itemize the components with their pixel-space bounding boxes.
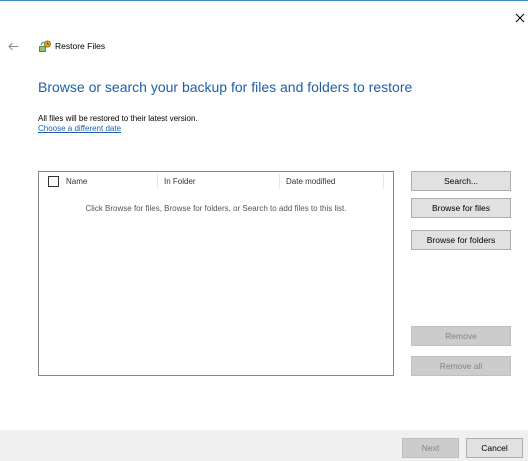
column-header-in-folder[interactable]: In Folder — [164, 177, 196, 186]
window-title: Restore Files — [55, 41, 106, 51]
back-button[interactable] — [6, 39, 20, 53]
remove-button[interactable]: Remove — [411, 326, 511, 346]
column-header-name[interactable]: Name — [66, 177, 87, 186]
empty-list-hint: Click Browse for files, Browse for folde… — [85, 204, 347, 213]
choose-date-link[interactable]: Choose a different date — [38, 124, 121, 133]
close-icon — [515, 13, 525, 23]
search-button[interactable]: Search... — [411, 171, 511, 191]
restore-files-app-icon — [39, 40, 52, 52]
browse-folders-button[interactable]: Browse for folders — [411, 230, 511, 250]
close-button[interactable] — [513, 11, 527, 25]
cancel-button[interactable]: Cancel — [466, 438, 523, 458]
page-heading: Browse or search your backup for files a… — [38, 79, 413, 95]
column-header-date-modified[interactable]: Date modified — [286, 177, 335, 186]
back-arrow-icon — [7, 42, 18, 50]
file-list[interactable]: Name In Folder Date modified Click Brows… — [38, 171, 394, 376]
browse-files-button[interactable]: Browse for files — [411, 198, 511, 218]
select-all-checkbox[interactable] — [48, 176, 59, 187]
window-top-border — [0, 0, 528, 1]
next-button[interactable]: Next — [402, 438, 459, 458]
remove-all-button[interactable]: Remove all — [411, 356, 511, 376]
column-divider — [279, 174, 280, 189]
column-divider — [157, 174, 158, 189]
restore-info-text: All files will be restored to their late… — [38, 114, 198, 123]
file-list-header: Name In Folder Date modified — [39, 172, 393, 191]
column-divider — [383, 174, 384, 189]
